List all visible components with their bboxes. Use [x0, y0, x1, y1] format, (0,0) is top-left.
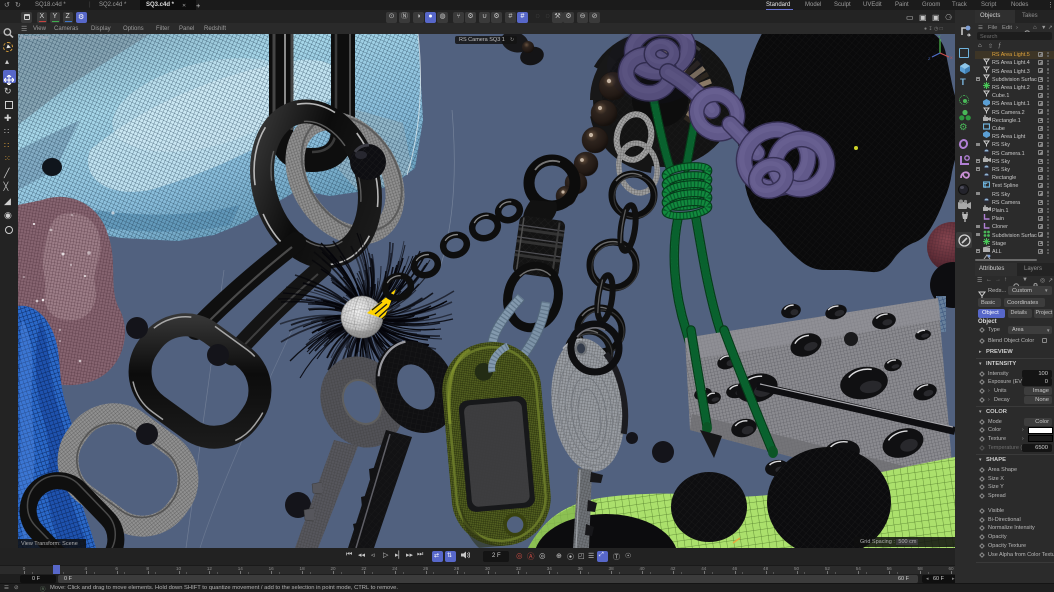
- svg-text:Y: Y: [938, 34, 941, 39]
- svg-text:X: X: [950, 55, 953, 60]
